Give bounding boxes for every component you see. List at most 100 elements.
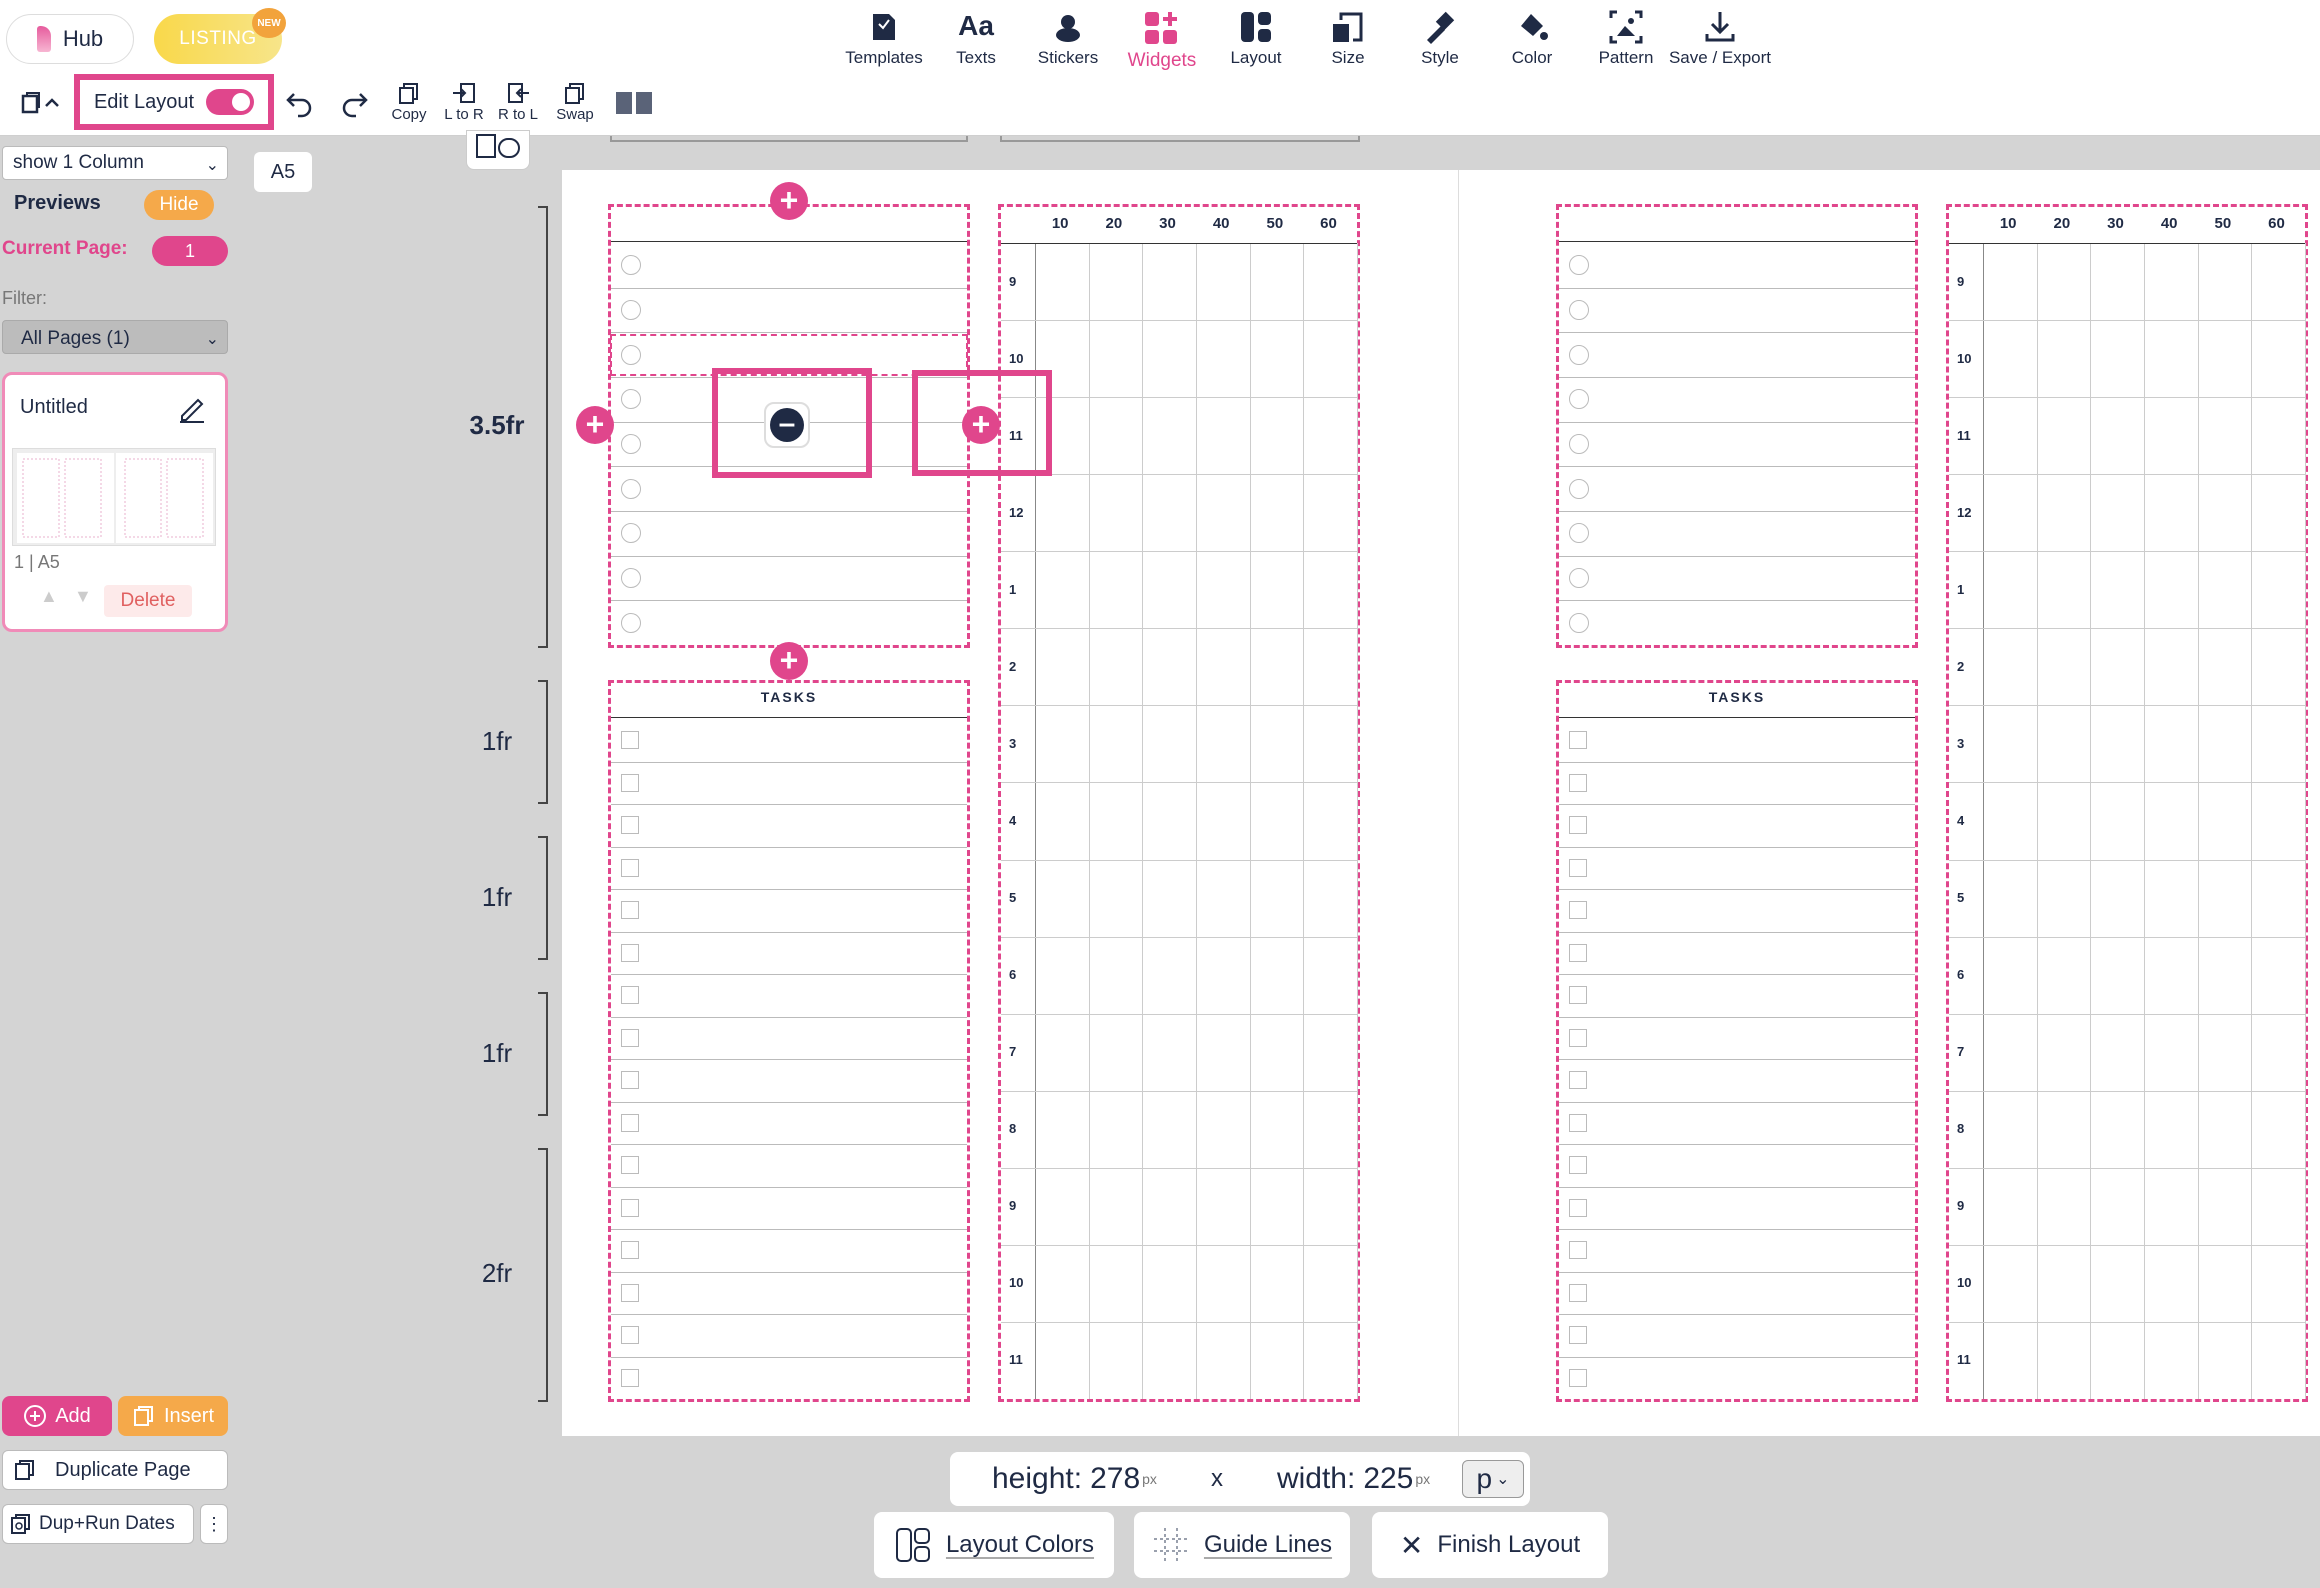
task-checkbox[interactable] xyxy=(621,943,639,962)
list-circle[interactable] xyxy=(621,478,641,499)
edit-layout-switch[interactable] xyxy=(206,89,255,115)
task-checkbox[interactable] xyxy=(1569,1283,1587,1302)
move-up-icon[interactable]: ▲ xyxy=(40,586,58,607)
show-columns-select[interactable]: show 1 Column ⌄ xyxy=(2,146,228,180)
tool-stickers[interactable]: Stickers xyxy=(1018,6,1118,68)
add-row-below-button[interactable]: + xyxy=(770,642,808,680)
task-checkbox[interactable] xyxy=(621,1113,639,1132)
list-circle[interactable] xyxy=(1569,568,1589,588)
delete-page-button[interactable]: Delete xyxy=(104,585,192,617)
task-checkbox[interactable] xyxy=(621,1283,639,1302)
task-checkbox[interactable] xyxy=(621,816,639,835)
list-circle[interactable] xyxy=(1569,344,1589,365)
finish-layout-button[interactable]: ✕ Finish Layout xyxy=(1372,1512,1608,1578)
filter-select[interactable]: All Pages (1) ⌄ xyxy=(2,320,228,354)
task-checkbox[interactable] xyxy=(621,901,639,920)
row-size-label[interactable]: 1fr xyxy=(450,726,544,757)
duplicate-page-button[interactable]: Duplicate Page xyxy=(2,1450,228,1490)
list-circle[interactable] xyxy=(1569,478,1589,499)
row-size-label[interactable]: 1fr xyxy=(450,1038,544,1069)
task-checkbox[interactable] xyxy=(621,986,639,1005)
tool-templates[interactable]: Templates xyxy=(834,6,934,68)
tool-widgets[interactable]: Widgets xyxy=(1112,6,1212,72)
guide-lines-button[interactable]: Guide Lines xyxy=(1134,1512,1350,1578)
list-circle[interactable] xyxy=(621,389,641,410)
hub-button[interactable]: Hub xyxy=(6,14,134,64)
row-size-label[interactable]: 2fr xyxy=(450,1258,544,1289)
list-circle[interactable] xyxy=(621,434,641,454)
task-checkbox[interactable] xyxy=(621,731,639,750)
task-checkbox[interactable] xyxy=(1569,1326,1587,1345)
row-size-label[interactable]: 3.5fr xyxy=(450,410,544,441)
task-checkbox[interactable] xyxy=(1569,1071,1587,1090)
task-checkbox[interactable] xyxy=(1569,1198,1587,1217)
task-checkbox[interactable] xyxy=(1569,901,1587,920)
tasks-widget[interactable]: TASKS xyxy=(608,680,970,1402)
list-circle[interactable] xyxy=(1569,523,1589,544)
task-checkbox[interactable] xyxy=(1569,1113,1587,1132)
task-checkbox[interactable] xyxy=(1569,1368,1587,1387)
list-circle[interactable] xyxy=(621,523,641,544)
resize-handle[interactable] xyxy=(466,130,530,170)
remove-widget-button[interactable]: – xyxy=(764,402,810,448)
rename-page-button[interactable] xyxy=(176,392,208,429)
task-checkbox[interactable] xyxy=(621,773,639,792)
page-thumbnail[interactable] xyxy=(12,448,216,546)
layout-colors-button[interactable]: Layout Colors xyxy=(874,1512,1114,1578)
task-checkbox[interactable] xyxy=(621,1368,639,1387)
l-to-r-button[interactable]: L to R xyxy=(440,82,488,123)
add-column-right-button[interactable]: + xyxy=(962,406,1000,444)
redo-button[interactable] xyxy=(338,88,370,123)
copy-button[interactable]: Copy xyxy=(384,82,434,123)
add-column-left-button[interactable]: + xyxy=(576,406,614,444)
hide-previews-button[interactable]: Hide xyxy=(144,190,214,220)
task-checkbox[interactable] xyxy=(1569,816,1587,835)
add-page-button[interactable]: Add xyxy=(2,1396,112,1436)
task-checkbox[interactable] xyxy=(1569,858,1587,877)
task-checkbox[interactable] xyxy=(621,1028,639,1047)
tasks-widget[interactable]: TASKS xyxy=(1556,680,1918,1402)
list-circle[interactable] xyxy=(621,612,641,633)
tool-layout[interactable]: Layout xyxy=(1206,6,1306,68)
task-checkbox[interactable] xyxy=(621,1071,639,1090)
tool-style[interactable]: Style xyxy=(1390,6,1490,68)
tool-color[interactable]: Color xyxy=(1482,6,1582,68)
r-to-l-button[interactable]: R to L xyxy=(494,82,542,123)
swap-button[interactable]: Swap xyxy=(550,82,600,123)
task-checkbox[interactable] xyxy=(621,1241,639,1260)
schedule-widget[interactable]: 10 20 30 40 50 60 9 10 11 12 1 2 3 4 5 6 7 8 9 10 11 xyxy=(1946,204,2308,1402)
height-value[interactable]: 278 xyxy=(1090,1462,1140,1496)
task-checkbox[interactable] xyxy=(1569,1156,1587,1175)
undo-button[interactable] xyxy=(284,88,316,123)
task-checkbox[interactable] xyxy=(621,1156,639,1175)
dup-run-dates-button[interactable]: Dup+Run Dates xyxy=(2,1504,194,1544)
edit-layout-toggle[interactable]: Edit Layout xyxy=(74,74,274,130)
list-circle[interactable] xyxy=(1569,434,1589,454)
task-checkbox[interactable] xyxy=(621,858,639,877)
add-row-above-button[interactable]: + xyxy=(770,182,808,220)
task-checkbox[interactable] xyxy=(621,1198,639,1217)
move-down-icon[interactable]: ▼ xyxy=(74,586,92,607)
tool-pattern[interactable]: Pattern xyxy=(1576,6,1676,68)
tool-save-export[interactable]: Save / Export xyxy=(1668,6,1772,68)
list-circle[interactable] xyxy=(1569,612,1589,633)
schedule-widget[interactable]: 10 20 30 40 50 60 9 10 11 12 1 2 3 4 5 6 7 8 9 10 11 xyxy=(998,204,1360,1402)
list-circle[interactable] xyxy=(621,255,641,276)
circle-list-widget[interactable] xyxy=(1556,204,1918,648)
row-size-label[interactable]: 1fr xyxy=(450,882,544,913)
tool-texts[interactable]: Aa Texts xyxy=(926,6,1026,68)
page-view-toggle[interactable] xyxy=(20,90,62,121)
task-checkbox[interactable] xyxy=(1569,773,1587,792)
insert-page-button[interactable]: Insert xyxy=(118,1396,228,1436)
list-circle[interactable] xyxy=(1569,389,1589,410)
list-circle[interactable] xyxy=(1569,300,1589,320)
list-circle[interactable] xyxy=(621,568,641,588)
current-page-badge[interactable]: 1 xyxy=(152,236,228,266)
task-checkbox[interactable] xyxy=(1569,986,1587,1005)
task-checkbox[interactable] xyxy=(1569,731,1587,750)
two-page-view-button[interactable] xyxy=(614,90,654,121)
task-checkbox[interactable] xyxy=(1569,1241,1587,1260)
list-circle[interactable] xyxy=(621,300,641,320)
task-checkbox[interactable] xyxy=(1569,1028,1587,1047)
width-value[interactable]: 225 xyxy=(1363,1462,1413,1496)
